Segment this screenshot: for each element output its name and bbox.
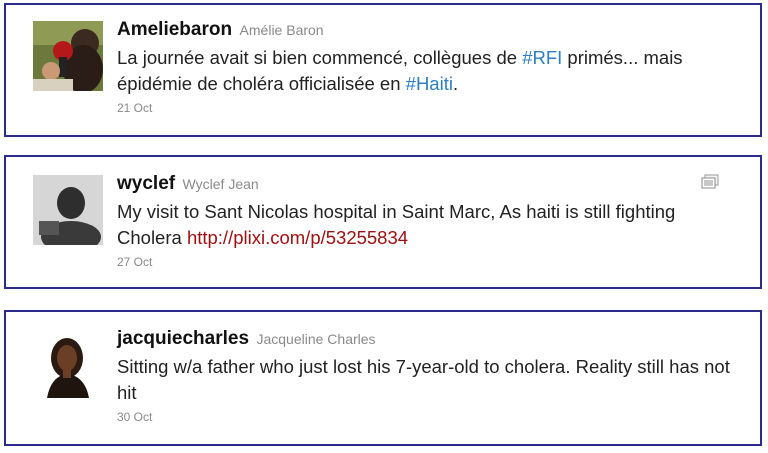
tweet-text-segment: . (452, 73, 459, 94)
avatar-image (33, 328, 103, 398)
tweet-text: Sitting w/a father who just lost his 7-y… (117, 354, 737, 406)
avatar[interactable] (33, 328, 103, 398)
tweet-header: wyclef Wyclef Jean (117, 173, 259, 195)
screen-name[interactable]: jacquiecharles (117, 328, 249, 349)
avatar-image (33, 21, 103, 91)
full-name: Wyclef Jean (182, 176, 259, 192)
tweet-card: jacquiecharles Jacqueline Charles Sittin… (4, 310, 762, 446)
url-link[interactable]: http://plixi.com/p/53255834 (187, 227, 408, 248)
tweet-text: La journée avait si bien commencé, collè… (117, 45, 737, 97)
tweet-text: My visit to Sant Nicolas hospital in Sai… (117, 199, 737, 251)
avatar-image (33, 175, 103, 245)
tweet-header: jacquiecharles Jacqueline Charles (117, 328, 376, 350)
full-name: Amélie Baron (239, 22, 324, 38)
tweet-text-segment: La journée avait si bien commencé, collè… (117, 47, 523, 68)
timestamp[interactable]: 30 Oct (117, 410, 152, 424)
tweet-card: wyclef Wyclef Jean My visit to Sant Nico… (4, 155, 762, 289)
avatar[interactable] (33, 175, 103, 245)
tweet-header: Ameliebaron Amélie Baron (117, 19, 324, 41)
full-name: Jacqueline Charles (256, 331, 376, 347)
tweet-card: Ameliebaron Amélie Baron La journée avai… (4, 3, 762, 137)
hashtag-link[interactable]: #Haiti (406, 73, 453, 94)
hashtag-link[interactable]: #RFI (522, 47, 562, 68)
timestamp[interactable]: 21 Oct (117, 101, 152, 115)
timestamp[interactable]: 27 Oct (117, 255, 152, 269)
screen-name[interactable]: wyclef (117, 173, 175, 194)
avatar[interactable] (33, 21, 103, 91)
tweet-text-segment: Sitting w/a father who just lost his 7-y… (117, 356, 730, 403)
media-preview-icon[interactable] (700, 174, 720, 190)
screen-name[interactable]: Ameliebaron (117, 19, 232, 40)
